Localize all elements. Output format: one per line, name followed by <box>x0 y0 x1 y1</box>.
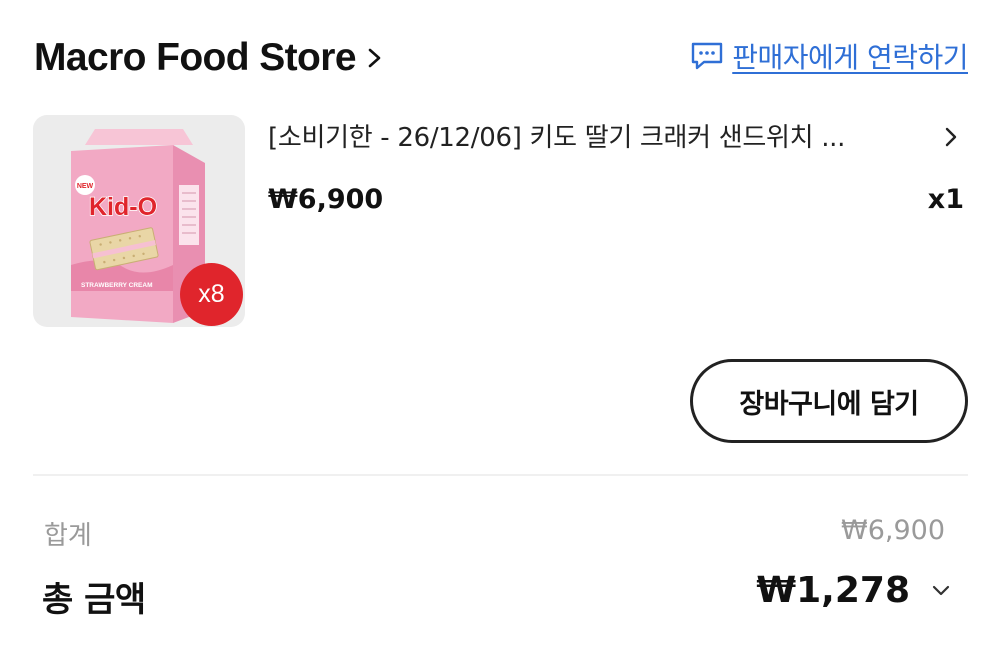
package-flavor: STRAWBERRY CREAM <box>81 282 153 289</box>
package-brand: Kid-O <box>89 193 157 221</box>
chevron-right-icon[interactable] <box>944 126 958 148</box>
add-to-cart-button[interactable]: 장바구니에 담기 <box>690 359 968 443</box>
contact-seller-label: 판매자에게 연락하기 <box>732 41 968 74</box>
product-quantity: x1 <box>927 184 964 215</box>
divider <box>33 474 968 476</box>
store-header: Macro Food Store 판매자에게 연락하기 <box>34 30 968 86</box>
chevron-right-icon <box>368 48 381 68</box>
subtotal-value: ₩6,900 <box>841 515 945 546</box>
store-name: Macro Food Store <box>34 36 357 79</box>
chevron-down-icon <box>932 585 950 595</box>
total-value: ₩1,278 <box>756 570 910 611</box>
pack-count-badge: x8 <box>180 263 243 326</box>
product-price: ₩6,900 <box>268 184 384 215</box>
store-link[interactable]: Macro Food Store <box>34 30 384 86</box>
package-flag: NEW <box>77 183 94 190</box>
chat-bubble-icon <box>692 42 723 70</box>
total-amount-toggle[interactable]: ₩1,278 <box>756 570 950 611</box>
product-title[interactable]: [소비기한 - 26/12/06] 키도 딸기 크래커 샌드위치 ... <box>268 117 918 154</box>
subtotal-label: 합계 <box>44 521 92 551</box>
contact-seller-link[interactable]: 판매자에게 연락하기 <box>690 36 968 76</box>
total-label: 총 금액 <box>42 580 146 620</box>
